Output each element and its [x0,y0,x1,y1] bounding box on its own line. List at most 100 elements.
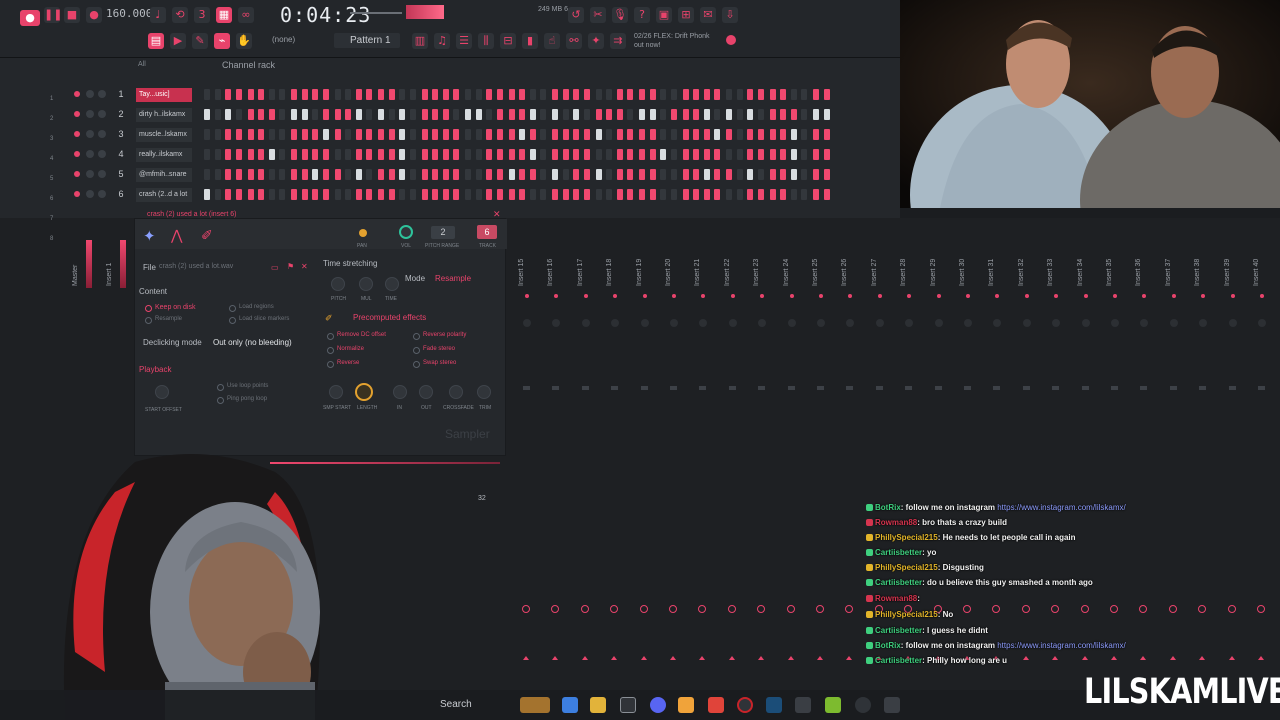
mixer-route-arrow[interactable] [640,656,647,660]
file-name[interactable]: crash (2) used a lot.wav [159,263,233,270]
step-button[interactable] [388,129,395,140]
step-button[interactable] [801,149,807,160]
chat-username[interactable]: Cartiisbetter [875,578,922,587]
step-button[interactable] [334,149,341,160]
step-button[interactable] [235,169,242,180]
step-button[interactable] [813,189,819,200]
step-button[interactable] [465,89,471,100]
step-button[interactable] [355,189,362,200]
step-button[interactable] [322,129,329,140]
use-loop-radio[interactable] [217,384,224,391]
close-file-icon[interactable]: ✕ [301,262,308,271]
step-button[interactable] [421,149,428,160]
channel-mixer-track[interactable]: 3 [114,129,128,139]
step-button[interactable] [639,89,645,100]
step-button[interactable] [780,109,786,120]
step-button[interactable] [519,109,525,120]
step-button[interactable] [268,109,275,120]
discord-icon[interactable] [650,697,666,713]
step-button[interactable] [345,149,351,160]
countdown-icon[interactable]: 3 [194,7,210,23]
step-button[interactable] [378,89,384,100]
step-button[interactable] [235,189,242,200]
mixer-track-insert1[interactable]: Insert 1 [106,263,113,286]
brave-icon[interactable] [708,697,724,713]
step-button[interactable] [442,149,449,160]
mixer-volume-fader[interactable] [640,386,648,390]
step-button[interactable] [693,189,699,200]
channel-name-button[interactable]: really..ilskamx [136,148,192,162]
load-slice-radio[interactable] [229,317,236,324]
step-button[interactable] [769,89,776,100]
step-button[interactable] [747,169,753,180]
mixer-track-label[interactable]: Insert 23 [753,259,760,286]
chat-icon[interactable]: ✉ [700,7,716,23]
step-button[interactable] [552,169,558,180]
channel-volume-knob[interactable] [98,150,106,158]
step-button[interactable] [279,169,285,180]
step-button[interactable] [714,89,720,100]
step-button[interactable] [670,169,677,180]
step-button[interactable] [345,109,351,120]
step-button[interactable] [639,189,645,200]
file-explorer-icon[interactable] [590,697,606,713]
mixer-track-label[interactable]: Insert 25 [812,259,819,286]
step-button[interactable] [769,149,776,160]
step-button[interactable] [399,169,405,180]
step-button[interactable] [801,189,807,200]
step-button[interactable] [378,189,384,200]
step-button[interactable] [670,149,677,160]
step-button[interactable] [225,149,231,160]
mixer-fx-led[interactable] [1260,294,1264,298]
step-button[interactable] [235,129,242,140]
mixer-fx-led[interactable] [1171,294,1176,298]
step-button[interactable] [583,169,590,180]
step-button[interactable] [747,129,753,140]
step-button[interactable] [682,169,689,180]
step-button[interactable] [519,169,525,180]
step-button[interactable] [583,89,590,100]
step-button[interactable] [627,129,633,140]
step-button[interactable] [757,149,764,160]
step-button[interactable] [780,129,786,140]
mixer-pan-knob[interactable] [670,319,678,327]
step-button[interactable] [573,89,579,100]
step-button[interactable] [606,189,612,200]
mixer-route-arrow[interactable] [758,656,765,660]
step-button[interactable] [823,189,830,200]
channel-pan-knob[interactable] [86,150,94,158]
step-button[interactable] [627,169,633,180]
step-button[interactable] [616,129,623,140]
step-button[interactable] [442,169,449,180]
step-button[interactable] [573,169,579,180]
reverse-radio[interactable] [327,361,334,368]
step-button[interactable] [301,149,308,160]
step-button[interactable] [345,189,351,200]
play-icon[interactable]: ▶ [170,33,186,49]
step-button[interactable] [693,149,699,160]
mixer-fx-led[interactable] [1230,294,1235,298]
stop-icon[interactable]: ■ [64,7,80,23]
touch-icon[interactable]: ☝ [544,33,560,49]
step-button[interactable] [552,129,558,140]
stretch-pitch-knob[interactable] [331,277,345,291]
step-button[interactable] [279,149,285,160]
step-button[interactable] [519,149,525,160]
step-button[interactable] [247,109,254,120]
step-button[interactable] [595,149,602,160]
step-button[interactable] [769,109,776,120]
step-button[interactable] [235,89,242,100]
step-button[interactable] [682,89,689,100]
step-button[interactable] [714,129,720,140]
step-button[interactable] [583,149,590,160]
step-button[interactable] [508,189,515,200]
channel-mixer-track[interactable]: 6 [114,189,128,199]
step-button[interactable] [496,169,503,180]
precomputed-wrench-icon[interactable]: ✐ [325,313,333,324]
step-button[interactable] [453,89,459,100]
mixer-volume-fader[interactable] [1228,386,1236,390]
master-volume-slider[interactable] [350,12,402,14]
mixer-track-label[interactable]: Insert 29 [930,259,937,286]
step-button[interactable] [486,169,492,180]
step-button[interactable] [258,129,264,140]
